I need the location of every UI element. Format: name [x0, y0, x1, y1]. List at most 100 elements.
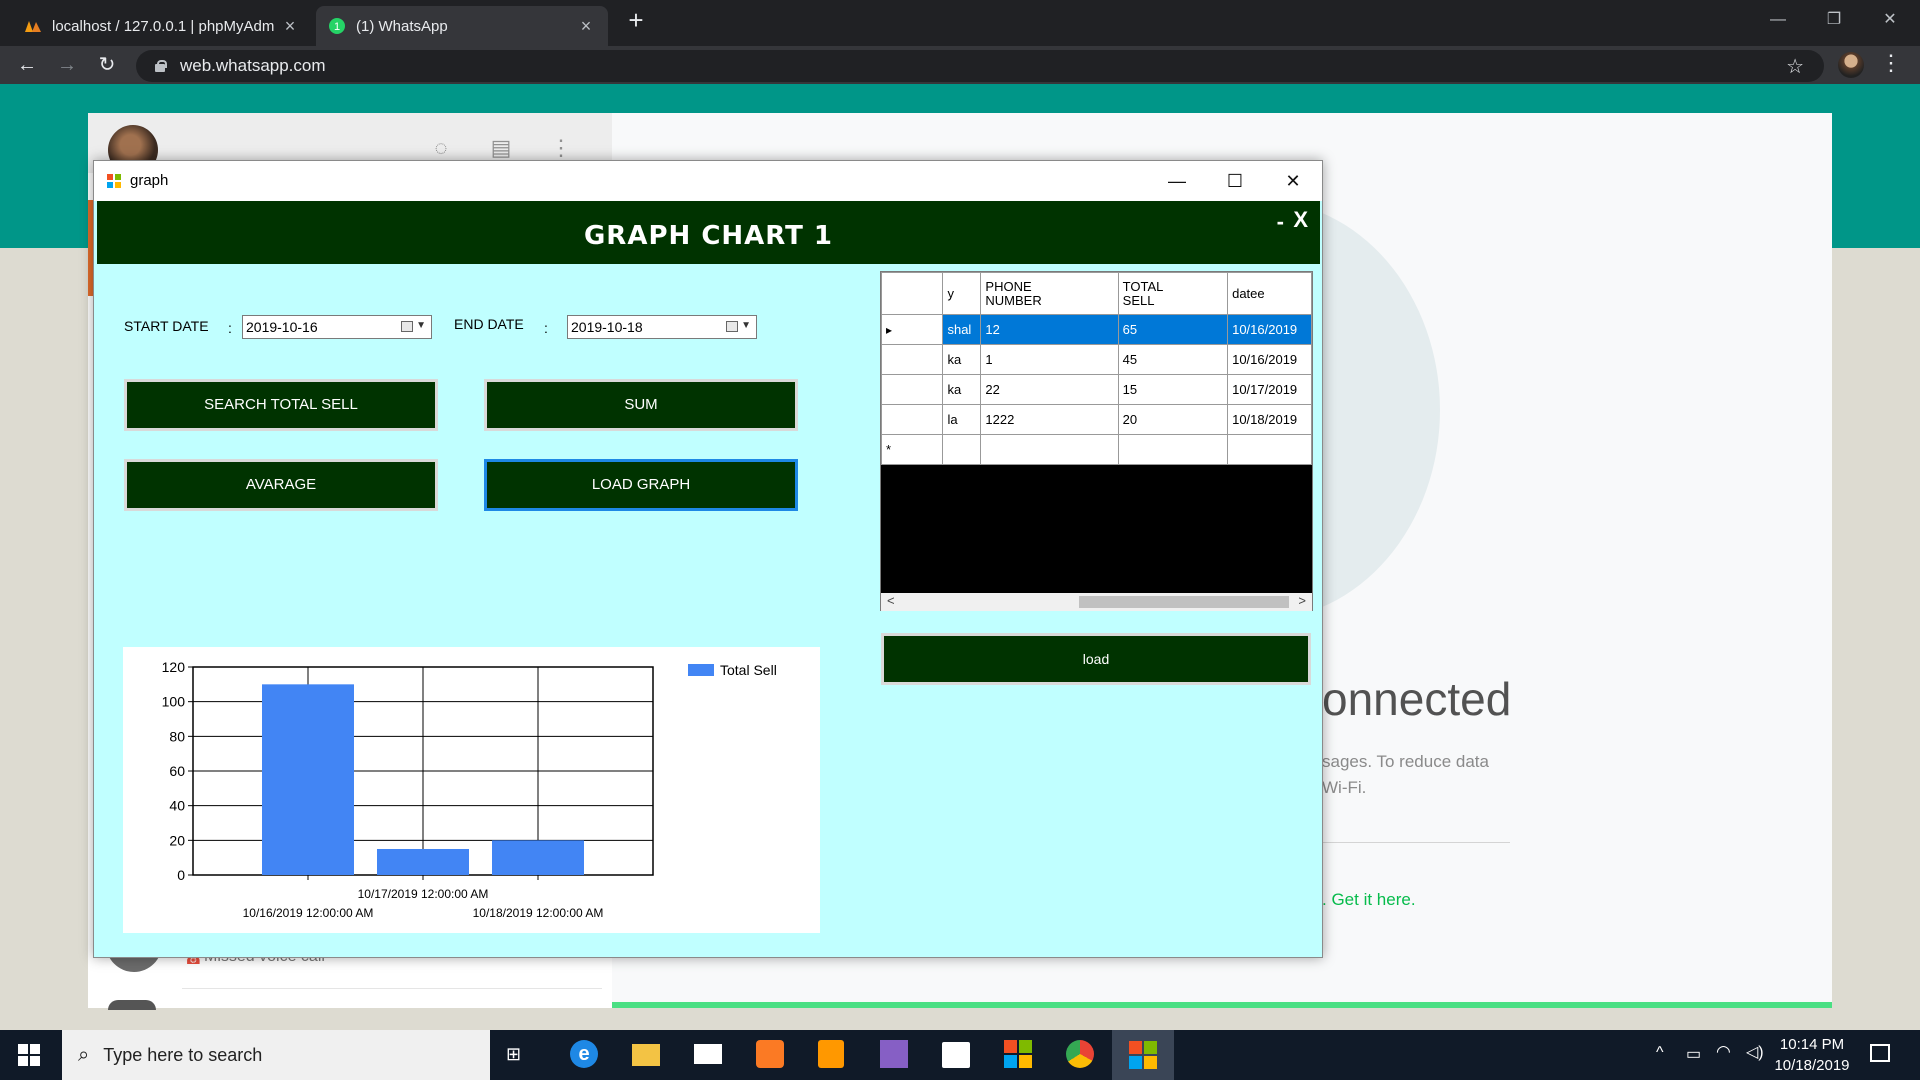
horizontal-scrollbar[interactable]: < > [881, 593, 1312, 611]
file-explorer-icon[interactable] [632, 1044, 660, 1066]
chevron-down-icon: ▼ [741, 320, 751, 331]
tab-phpmyadmin[interactable]: localhost / 127.0.0.1 | phpMyAdm × [12, 6, 312, 46]
table-cell-name[interactable]: ka [942, 344, 982, 375]
table-cell-total[interactable]: 15 [1117, 374, 1229, 405]
contact-avatar [108, 1000, 156, 1010]
end-date-picker[interactable]: 2019-10-18 ▼ [567, 315, 757, 339]
window-close-icon[interactable]: ✕ [1264, 161, 1322, 201]
table-cell-total[interactable]: 20 [1117, 404, 1229, 435]
new-tab-button[interactable]: + [622, 6, 650, 34]
new-row[interactable]: * [880, 434, 1312, 465]
y-tick-label: 0 [177, 867, 185, 883]
status-icon[interactable]: ◌ [428, 135, 454, 161]
table-cell-name[interactable]: la [942, 404, 982, 435]
column-header[interactable]: TOTAL SELL [1117, 272, 1229, 315]
table-cell-phone[interactable]: 12 [980, 314, 1119, 345]
chrome-icon[interactable] [1066, 1040, 1094, 1068]
table-row[interactable]: ka 1 45 10/16/2019 [880, 344, 1312, 375]
table-cell-name[interactable]: shal [942, 314, 982, 345]
row-header[interactable] [880, 404, 944, 435]
tab-close-icon[interactable]: × [576, 16, 596, 37]
bookmark-star-icon[interactable]: ☆ [1786, 54, 1804, 79]
load-graph-button[interactable]: LOAD GRAPH [484, 459, 798, 511]
row-header[interactable] [880, 344, 944, 375]
browser-menu-icon[interactable]: ⋮ [1880, 50, 1902, 76]
back-icon[interactable]: ← [12, 50, 42, 80]
profile-avatar[interactable] [1838, 52, 1864, 78]
row-header[interactable]: ▸ [880, 314, 944, 345]
menu-icon[interactable]: ⋮ [548, 135, 574, 161]
row-header[interactable] [880, 374, 944, 405]
table-cell-date[interactable]: 10/17/2019 [1227, 374, 1312, 405]
reload-icon[interactable]: ↻ [92, 50, 122, 80]
battery-icon[interactable]: ▭ [1686, 1044, 1701, 1064]
empty-cell[interactable] [980, 434, 1119, 465]
table-cell-name[interactable]: ka [942, 374, 982, 405]
windows-start-icon[interactable] [18, 1044, 40, 1066]
empty-cell[interactable] [942, 434, 982, 465]
xampp-icon[interactable] [756, 1040, 784, 1068]
clock[interactable]: 10:14 PM 10/18/2019 [1772, 1036, 1852, 1074]
sum-button[interactable]: SUM [484, 379, 798, 431]
window-maximize-icon[interactable]: ☐ [1206, 161, 1264, 201]
scroll-left-icon[interactable]: < [887, 593, 895, 608]
empty-cell[interactable] [1117, 434, 1229, 465]
table-cell-total[interactable]: 45 [1117, 344, 1229, 375]
store-icon[interactable] [942, 1042, 970, 1068]
table-cell-phone[interactable]: 22 [980, 374, 1119, 405]
empty-cell[interactable] [1227, 434, 1312, 465]
start-date-label: START DATE [124, 318, 209, 334]
data-grid[interactable]: y PHONE NUMBER TOTAL SELL datee ▸ shal 12 6… [880, 271, 1313, 611]
chevron-down-icon: ▼ [416, 320, 426, 331]
table-cell-date[interactable]: 10/18/2019 [1227, 404, 1312, 435]
close-icon[interactable]: ✕ [1870, 6, 1910, 34]
form-header: GRAPH CHART 1 - X [97, 201, 1320, 264]
table-cell-phone[interactable]: 1222 [980, 404, 1119, 435]
column-header-text: TOTAL SELL [1122, 278, 1163, 308]
tab-close-icon[interactable]: × [280, 16, 300, 37]
header-close-button[interactable]: X [1293, 207, 1308, 233]
address-bar[interactable]: web.whatsapp.com ☆ [136, 50, 1824, 82]
column-header[interactable]: y [942, 272, 982, 315]
window-titlebar[interactable]: graph — ☐ ✕ [94, 161, 1322, 201]
wifi-icon[interactable]: ◠ [1716, 1042, 1731, 1062]
active-app-tile[interactable] [1112, 1030, 1174, 1080]
winforms-app-icon[interactable] [1004, 1040, 1032, 1068]
sublime-text-icon[interactable] [818, 1040, 844, 1068]
column-header[interactable]: PHONE NUMBER [980, 272, 1119, 315]
load-button[interactable]: load [881, 633, 1311, 685]
y-tick-label: 60 [169, 763, 185, 779]
window-minimize-icon[interactable]: — [1148, 161, 1206, 201]
scrollbar-thumb[interactable] [1079, 596, 1289, 608]
tab-whatsapp[interactable]: 1 (1) WhatsApp × [316, 6, 608, 46]
table-row[interactable]: ▸ shal 12 65 10/16/2019 [880, 314, 1312, 345]
table-cell-date[interactable]: 10/16/2019 [1227, 344, 1312, 375]
header-minimize-button[interactable]: - [1277, 209, 1284, 235]
x-tick-label: 10/17/2019 12:00:00 AM [358, 887, 489, 901]
table-cell-phone[interactable]: 1 [980, 344, 1119, 375]
visual-studio-icon[interactable] [880, 1040, 908, 1068]
tray-chevron-icon[interactable]: ^ [1656, 1044, 1664, 1062]
get-app-link[interactable]: . Get it here. [1322, 890, 1416, 910]
column-header[interactable]: datee [1227, 272, 1312, 315]
new-chat-icon[interactable]: ▤ [488, 135, 514, 161]
volume-icon[interactable]: ◁) [1746, 1042, 1764, 1062]
search-total-sell-button[interactable]: SEARCH TOTAL SELL [124, 379, 438, 431]
minimize-icon[interactable]: — [1758, 6, 1798, 34]
edge-icon[interactable]: e [570, 1040, 598, 1068]
mail-icon[interactable] [694, 1044, 722, 1064]
table-row[interactable]: la 1222 20 10/18/2019 [880, 404, 1312, 435]
task-view-icon[interactable]: ⊞ [506, 1044, 521, 1065]
y-tick-label: 100 [162, 694, 186, 710]
taskbar-search-box[interactable]: ⌕ Type here to search [62, 1030, 490, 1080]
restore-icon[interactable]: ❐ [1814, 6, 1854, 34]
scroll-right-icon[interactable]: > [1298, 593, 1306, 608]
table-cell-total[interactable]: 65 [1117, 314, 1229, 345]
forward-icon[interactable]: → [52, 50, 82, 80]
bar [492, 840, 584, 875]
start-date-picker[interactable]: 2019-10-16 ▼ [242, 315, 432, 339]
notifications-icon[interactable] [1870, 1044, 1890, 1062]
table-cell-date[interactable]: 10/16/2019 [1227, 314, 1312, 345]
average-button[interactable]: AVARAGE [124, 459, 438, 511]
table-row[interactable]: ka 22 15 10/17/2019 [880, 374, 1312, 405]
